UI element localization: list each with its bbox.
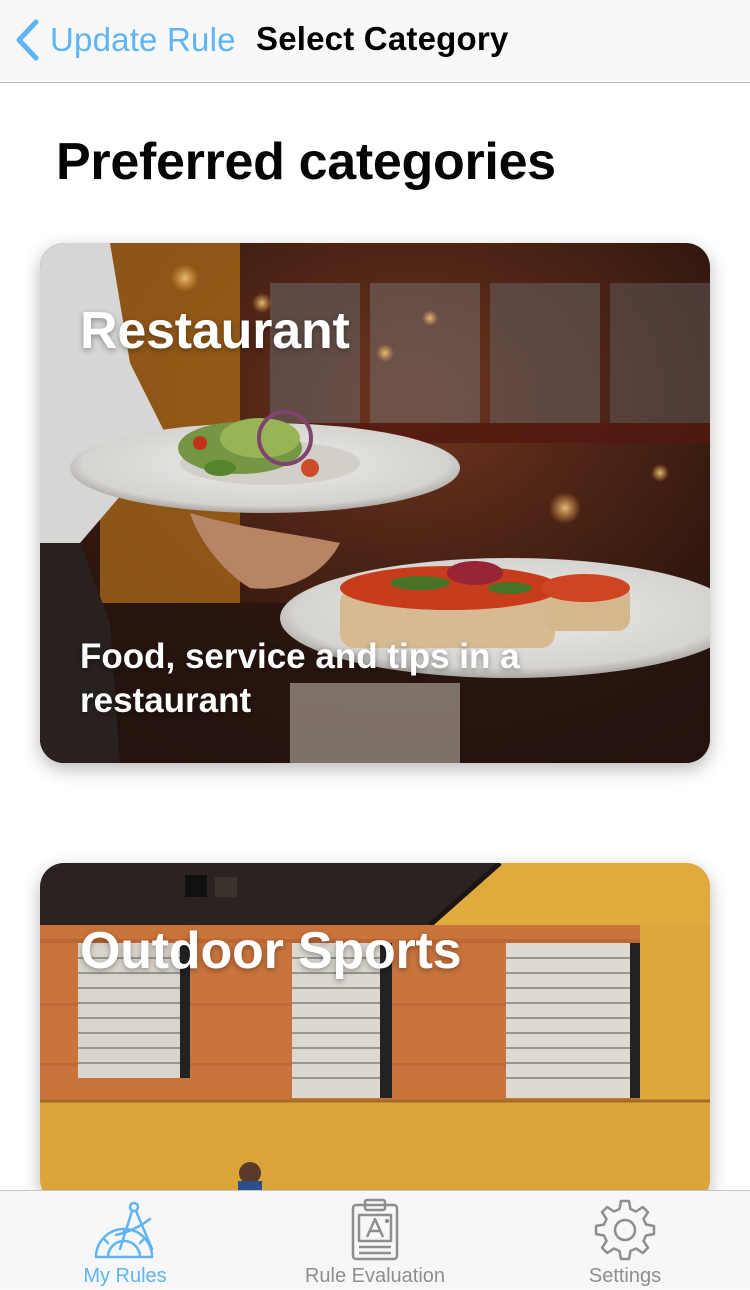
section-heading: Preferred categories xyxy=(56,133,556,191)
category-title: Restaurant xyxy=(80,302,350,360)
compass-ruler-icon xyxy=(94,1201,154,1259)
tab-label: My Rules xyxy=(83,1265,167,1287)
back-button[interactable]: Update Rule xyxy=(14,14,236,66)
tab-settings[interactable]: Settings xyxy=(500,1191,750,1290)
clipboard-grade-icon xyxy=(351,1198,399,1261)
tab-my-rules[interactable]: My Rules xyxy=(0,1191,250,1290)
tab-label: Rule Evaluation xyxy=(304,1265,446,1287)
back-button-label: Update Rule xyxy=(50,21,236,58)
chevron-left-icon xyxy=(16,19,39,61)
outdoor-sports-photo xyxy=(40,863,710,1203)
category-description: Food, service and tips in a restaurant xyxy=(80,637,520,720)
page-title: Select Category xyxy=(256,20,509,57)
gear-icon xyxy=(594,1199,656,1261)
category-title: Outdoor Sports xyxy=(80,922,462,980)
navigation-bar: Update Rule Select Category xyxy=(0,0,750,83)
category-card-outdoor-sports[interactable]: Outdoor Sports xyxy=(40,863,710,1203)
tab-label: Settings xyxy=(588,1265,662,1287)
category-card-restaurant[interactable]: Restaurant Food, service and tips in a r… xyxy=(40,243,710,763)
tab-bar: My Rules Rule Evaluation Settings xyxy=(0,1190,750,1289)
tab-rule-evaluation[interactable]: Rule Evaluation xyxy=(250,1191,500,1290)
